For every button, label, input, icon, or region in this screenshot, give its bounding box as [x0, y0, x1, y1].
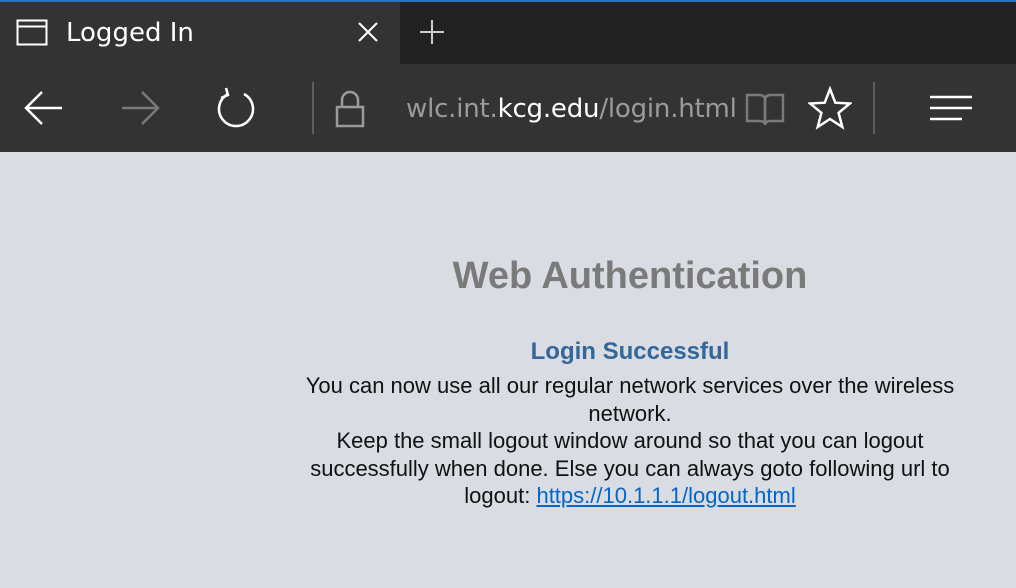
plus-icon[interactable] [418, 18, 446, 46]
tab-title: Logged In [66, 18, 194, 48]
reading-view-icon[interactable] [744, 90, 786, 128]
tab-strip: Logged In [0, 2, 1016, 64]
tab-logged-in[interactable]: Logged In [0, 2, 400, 64]
page-content: Web Authentication Login Successful You … [0, 152, 1016, 588]
close-icon[interactable] [354, 18, 382, 46]
window-icon [16, 19, 48, 46]
login-message: You can now use all our regular network … [280, 372, 980, 510]
refresh-icon[interactable] [214, 86, 258, 130]
star-icon[interactable] [808, 86, 852, 130]
logout-link[interactable]: https://10.1.1.1/logout.html [536, 483, 795, 508]
hub-menu-icon[interactable] [928, 90, 974, 126]
forward-arrow-icon[interactable] [118, 86, 162, 130]
back-arrow-icon[interactable] [22, 86, 66, 130]
address-bar[interactable]: wlc.int.kcg.edu/login.html [406, 92, 737, 126]
page-title: Web Authentication [452, 255, 808, 297]
toolbar-divider [312, 82, 314, 134]
address-suffix: /login.html [599, 94, 737, 124]
navigation-bar: wlc.int.kcg.edu/login.html [0, 64, 1016, 152]
message-line-1: You can now use all our regular network … [305, 373, 955, 426]
login-status: Login Successful [530, 338, 730, 365]
address-domain: kcg.edu [497, 94, 600, 124]
address-prefix: wlc.int. [406, 94, 498, 124]
toolbar-divider [873, 82, 875, 134]
lock-icon[interactable] [334, 90, 366, 128]
